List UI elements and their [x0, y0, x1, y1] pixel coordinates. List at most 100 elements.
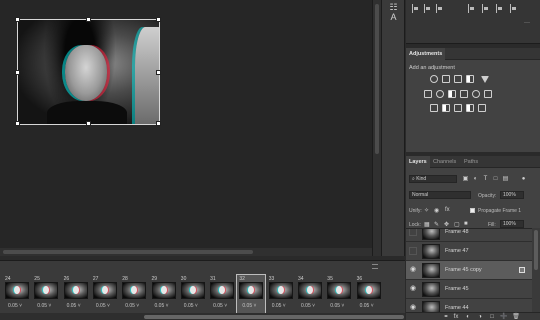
propagate-frame-checkbox[interactable] — [470, 208, 475, 213]
timeline-menu-icon[interactable] — [372, 264, 378, 269]
frame-delay-select[interactable]: 0.05 ˅ — [67, 303, 81, 309]
invert-icon[interactable] — [430, 104, 438, 112]
frame-delay-select[interactable]: 0.05 ˅ — [242, 303, 256, 309]
scrollbar-thumb[interactable] — [375, 4, 379, 154]
timeline-frame[interactable]: 34 0.05 ˅ — [296, 275, 324, 315]
layer-filter-kind-select[interactable]: ⌕ Kind — [409, 175, 457, 183]
layer-name[interactable]: Frame 45 — [445, 286, 469, 292]
timeline-frame[interactable]: 32 0.05 ˅ — [236, 274, 267, 316]
trash-icon[interactable]: 🗑 — [512, 313, 520, 320]
timeline-frame[interactable]: 30 0.05 ˅ — [179, 275, 207, 315]
exposure-icon[interactable] — [466, 75, 474, 83]
lock-transparent-icon[interactable]: ▦ — [424, 221, 430, 228]
timeline-frame[interactable]: 33 0.05 ˅ — [267, 275, 295, 315]
transform-bounding-box[interactable] — [15, 17, 161, 126]
align-center-icon[interactable] — [424, 4, 432, 13]
align-right-icon[interactable] — [436, 4, 444, 13]
levels-icon[interactable] — [442, 75, 450, 83]
frame-delay-select[interactable]: 0.05 ˅ — [125, 303, 139, 309]
tab-layers[interactable]: Layers — [406, 156, 430, 168]
transform-handle-right[interactable] — [156, 70, 161, 75]
frame-delay-select[interactable]: 0.05 ˅ — [301, 303, 315, 309]
lock-all-icon[interactable]: ■ — [464, 221, 468, 227]
threshold-icon[interactable] — [454, 104, 462, 112]
tab-adjustments[interactable]: Adjustments — [406, 48, 446, 60]
smart-object-filter-icon[interactable]: ▤ — [502, 175, 509, 183]
vibrance-icon[interactable] — [481, 76, 489, 83]
character-icon[interactable]: A — [387, 12, 400, 23]
scrollbar-thumb[interactable] — [144, 315, 404, 319]
visibility-toggle[interactable] — [409, 229, 417, 236]
transform-handle-bottom-right[interactable] — [156, 121, 161, 126]
transform-handle-top-right[interactable] — [156, 17, 161, 22]
layer-name[interactable]: Frame 48 — [445, 229, 469, 235]
black-white-icon[interactable] — [448, 90, 456, 98]
unify-style-icon[interactable]: fx — [445, 207, 450, 213]
visibility-toggle[interactable] — [409, 247, 417, 255]
timeline-frame[interactable]: 28 0.05 ˅ — [120, 275, 148, 315]
curves-icon[interactable] — [454, 75, 462, 83]
gradient-map-icon[interactable] — [466, 104, 474, 112]
more-options-icon[interactable]: ··· — [524, 20, 530, 26]
layer-name[interactable]: Frame 45 copy — [445, 267, 482, 273]
transform-handle-left[interactable] — [15, 70, 20, 75]
new-layer-icon[interactable]: ➕ — [500, 313, 508, 320]
add-style-icon[interactable]: fx — [452, 313, 460, 320]
frame-delay-select[interactable]: 0.05 ˅ — [155, 303, 169, 309]
frame-delay-select[interactable]: 0.05 ˅ — [37, 303, 51, 309]
align-bottom-icon[interactable] — [496, 4, 504, 13]
link-layers-icon[interactable]: ⚭ — [442, 313, 450, 320]
frame-delay-select[interactable]: 0.05 ˅ — [96, 303, 110, 309]
scrollbar-thumb[interactable] — [534, 230, 538, 270]
hue-saturation-icon[interactable] — [424, 90, 432, 98]
shape-filter-icon[interactable]: □ — [492, 175, 499, 183]
fill-input[interactable]: 100% — [500, 220, 524, 228]
posterize-icon[interactable] — [442, 104, 450, 112]
align-top-icon[interactable] — [468, 4, 476, 13]
timeline-frame[interactable]: 36 0.05 ˅ — [355, 275, 383, 315]
eye-icon[interactable]: ◉ — [409, 304, 417, 312]
blend-mode-select[interactable]: Normal — [409, 191, 471, 199]
layer-name[interactable]: Frame 44 — [445, 305, 469, 311]
transform-handle-bottom-left[interactable] — [15, 121, 20, 126]
scrollbar-thumb[interactable] — [3, 250, 253, 254]
filter-toggle-icon[interactable]: ● — [520, 175, 527, 183]
timeline-frame[interactable]: 25 0.05 ˅ — [32, 275, 60, 315]
channel-mixer-icon[interactable] — [472, 90, 480, 98]
layer-row[interactable]: ◉ Frame 45 — [406, 280, 532, 299]
timeline-frame[interactable]: 27 0.05 ˅ — [91, 275, 119, 315]
unify-visibility-icon[interactable]: ◉ — [434, 207, 439, 214]
transform-handle-top[interactable] — [86, 17, 91, 22]
add-mask-icon[interactable]: ◐ — [464, 313, 472, 320]
adjustment-filter-icon[interactable]: ◐ — [472, 175, 479, 183]
layer-row[interactable]: Frame 48 — [406, 229, 532, 242]
transform-handle-bottom[interactable] — [86, 121, 91, 126]
photo-filter-icon[interactable] — [460, 90, 468, 98]
color-lookup-icon[interactable] — [484, 90, 492, 98]
layer-name[interactable]: Frame 47 — [445, 248, 469, 254]
new-adjustment-icon[interactable]: ◑ — [476, 313, 484, 320]
opacity-input[interactable]: 100% — [500, 191, 524, 199]
timeline-frame[interactable]: 31 0.05 ˅ — [208, 275, 236, 315]
color-balance-icon[interactable] — [436, 90, 444, 98]
frame-delay-select[interactable]: 0.05 ˅ — [184, 303, 198, 309]
transform-handle-top-left[interactable] — [15, 17, 20, 22]
layer-row[interactable]: ◉ Frame 44 — [406, 299, 532, 312]
eye-icon[interactable]: ◉ — [409, 266, 417, 274]
frame-delay-select[interactable]: 0.05 ˅ — [360, 303, 374, 309]
tab-paths[interactable]: Paths — [461, 156, 481, 168]
timeline-frame[interactable]: 26 0.05 ˅ — [62, 275, 90, 315]
new-group-icon[interactable]: □ — [488, 313, 496, 320]
lock-image-icon[interactable]: ✎ — [434, 221, 439, 228]
brightness-contrast-icon[interactable] — [430, 75, 438, 83]
unify-position-icon[interactable]: ✧ — [424, 207, 429, 214]
lock-position-icon[interactable]: ✥ — [444, 221, 449, 228]
frame-delay-select[interactable]: 0.05 ˅ — [272, 303, 286, 309]
frame-delay-select[interactable]: 0.05 ˅ — [330, 303, 344, 309]
timeline-frame[interactable]: 35 0.05 ˅ — [325, 275, 353, 315]
align-left-icon[interactable] — [412, 4, 420, 13]
type-filter-icon[interactable]: T — [482, 175, 489, 183]
frame-delay-select[interactable]: 0.05 ˅ — [8, 303, 22, 309]
selective-color-icon[interactable] — [478, 104, 486, 112]
layers-scrollbar[interactable] — [532, 228, 540, 312]
